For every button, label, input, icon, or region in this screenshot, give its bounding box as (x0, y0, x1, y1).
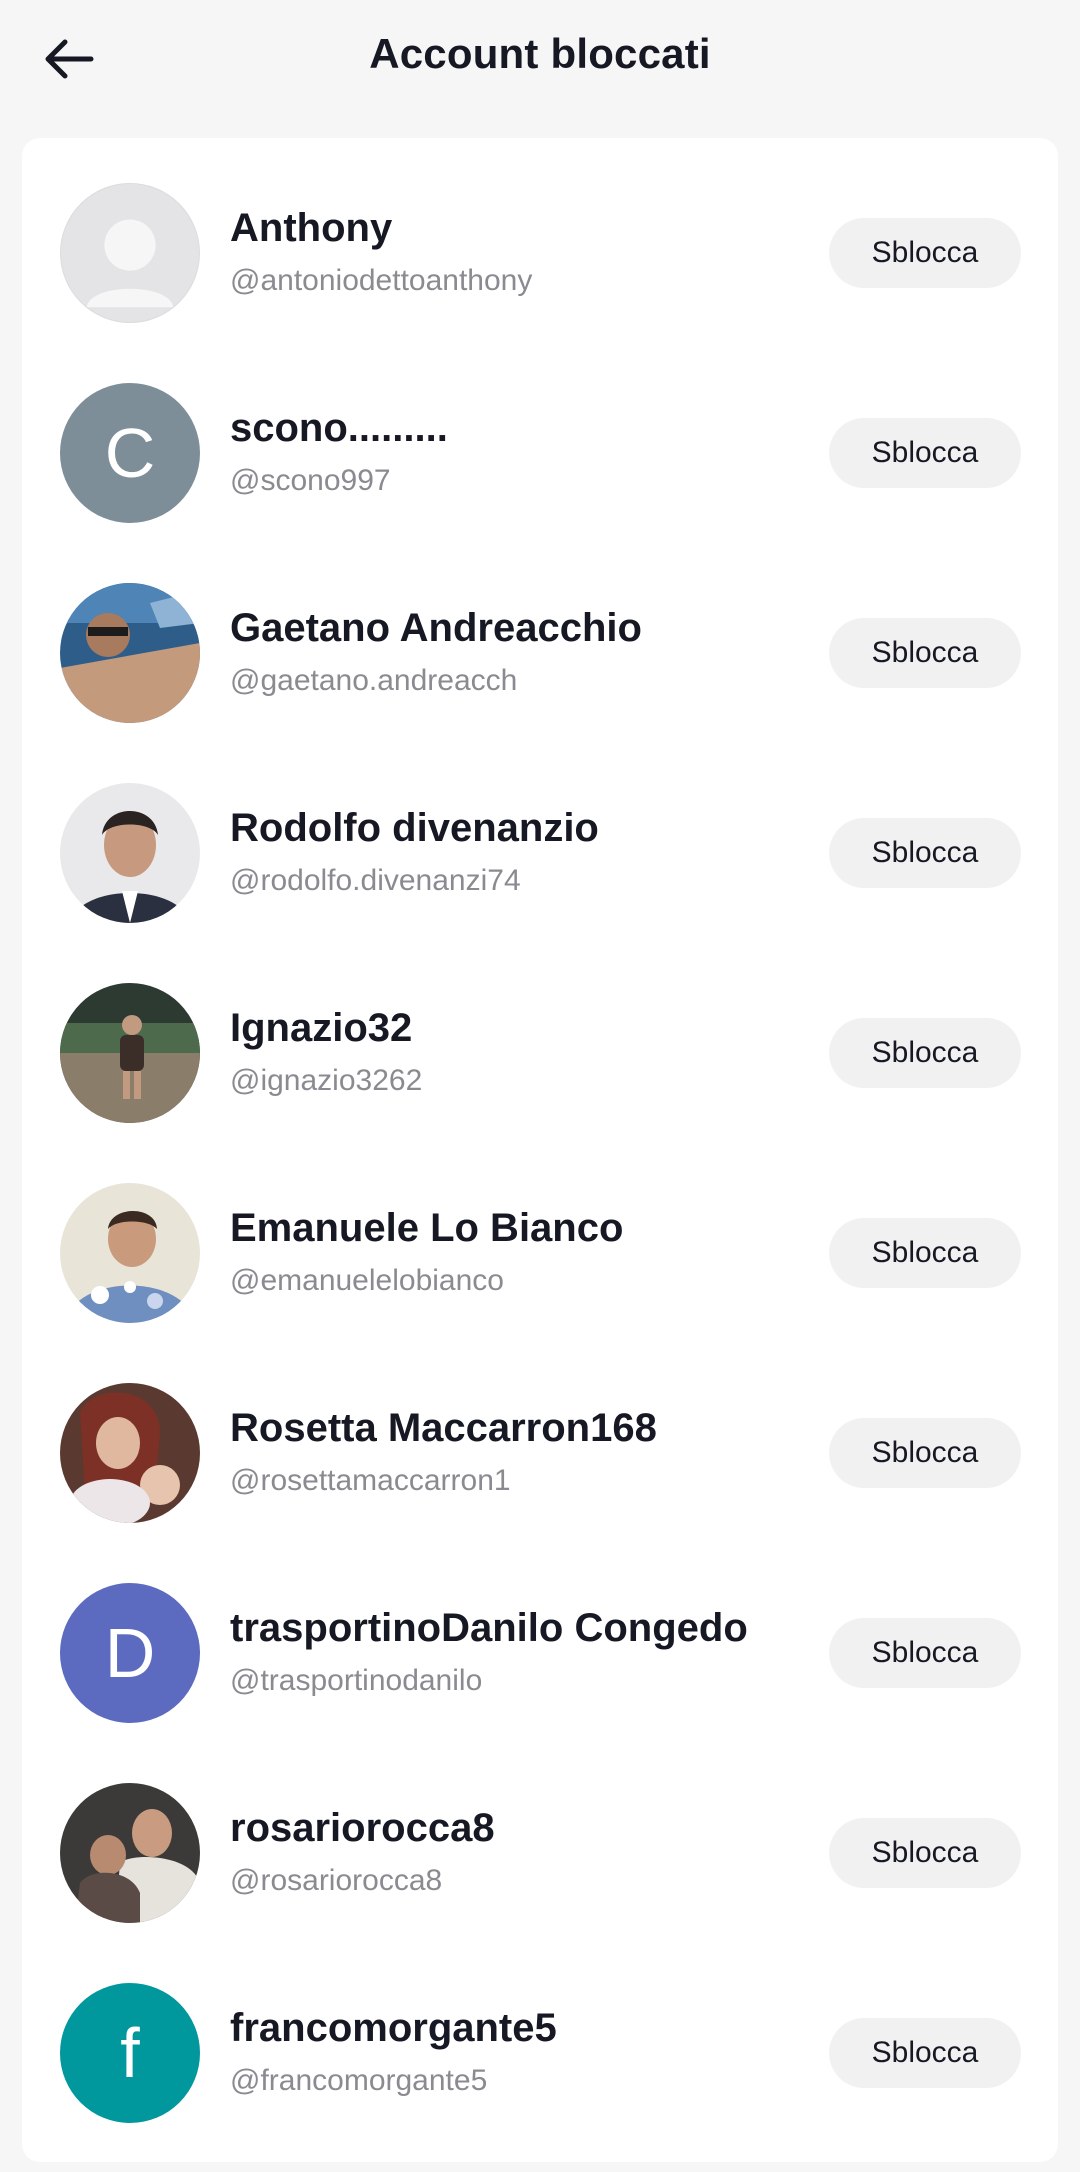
blocked-accounts-list: Anthony @antoniodettoanthony Sblocca C s… (22, 138, 1058, 2162)
unblock-button[interactable]: Sblocca (829, 418, 1021, 488)
profile-photo (60, 583, 200, 723)
unblock-button[interactable]: Sblocca (829, 2018, 1021, 2088)
account-name: Emanuele Lo Bianco (230, 1206, 624, 1250)
account-handle: @rosariorocca8 (230, 1864, 443, 1897)
list-item: Rosetta Maccarron168 @rosettamaccarron1 … (22, 1338, 1058, 1538)
account-name: trasportinoDanilo Congedo (230, 1606, 748, 1650)
account-handle: @rosettamaccarron1 (230, 1464, 511, 1497)
unblock-button[interactable]: Sblocca (829, 818, 1021, 888)
default-person-icon (86, 219, 174, 308)
avatar[interactable] (60, 183, 200, 323)
account-name: Ignazio32 (230, 1006, 413, 1050)
profile-photo (60, 783, 200, 923)
list-item: Gaetano Andreacchio @gaetano.andreacch S… (22, 538, 1058, 738)
page-title: Account bloccati (369, 30, 711, 77)
account-name: Rodolfo divenanzio (230, 806, 599, 850)
account-handle: @antoniodettoanthony (230, 264, 533, 297)
unblock-button[interactable]: Sblocca (829, 1818, 1021, 1888)
account-handle: @emanuelelobianco (230, 1264, 504, 1297)
account-name: Gaetano Andreacchio (230, 606, 642, 650)
account-name: scono......... (230, 406, 448, 450)
list-item: rosariorocca8 @rosariorocca8 Sblocca (22, 1738, 1058, 1938)
avatar[interactable] (60, 1783, 200, 1923)
list-item: Anthony @antoniodettoanthony Sblocca (22, 138, 1058, 338)
avatar-letter: C (104, 414, 156, 492)
avatar-letter: f (120, 2014, 140, 2092)
account-name: francomorgante5 (230, 2006, 557, 2050)
profile-photo (60, 1383, 200, 1523)
list-item: D trasportinoDanilo Congedo @trasportino… (22, 1538, 1058, 1738)
account-name: Anthony (230, 206, 393, 250)
unblock-button[interactable]: Sblocca (829, 218, 1021, 288)
unblock-button[interactable]: Sblocca (829, 1018, 1021, 1088)
account-name: rosariorocca8 (230, 1806, 495, 1850)
unblock-button[interactable]: Sblocca (829, 1218, 1021, 1288)
account-handle: @ignazio3262 (230, 1064, 423, 1097)
avatar[interactable] (60, 1183, 200, 1323)
account-handle: @rodolfo.divenanzi74 (230, 864, 521, 897)
avatar[interactable] (60, 983, 200, 1123)
account-handle: @francomorgante5 (230, 2064, 488, 2097)
unblock-button[interactable]: Sblocca (829, 1418, 1021, 1488)
avatar[interactable]: f (60, 1983, 200, 2123)
list-item: C scono......... @scono997 Sblocca (22, 338, 1058, 538)
list-item: Ignazio32 @ignazio3262 Sblocca (22, 938, 1058, 1138)
account-handle: @scono997 (230, 464, 391, 497)
avatar-letter: D (104, 1614, 156, 1692)
list-item: f francomorgante5 @francomorgante5 Sbloc… (22, 1938, 1058, 2138)
profile-photo (60, 1783, 200, 1923)
unblock-button[interactable]: Sblocca (829, 618, 1021, 688)
profile-photo (60, 983, 200, 1123)
list-item: Rodolfo divenanzio @rodolfo.divenanzi74 … (22, 738, 1058, 938)
unblock-button[interactable]: Sblocca (829, 1618, 1021, 1688)
avatar[interactable] (60, 1383, 200, 1523)
avatar[interactable]: D (60, 1583, 200, 1723)
avatar[interactable] (60, 583, 200, 723)
avatar[interactable] (60, 783, 200, 923)
account-handle: @gaetano.andreacch (230, 664, 518, 697)
avatar[interactable]: C (60, 383, 200, 523)
account-name: Rosetta Maccarron168 (230, 1406, 657, 1450)
profile-photo (60, 1183, 200, 1323)
account-handle: @trasportinodanilo (230, 1664, 483, 1697)
list-item: Emanuele Lo Bianco @emanuelelobianco Sbl… (22, 1138, 1058, 1338)
header: Account bloccati (0, 0, 1080, 120)
